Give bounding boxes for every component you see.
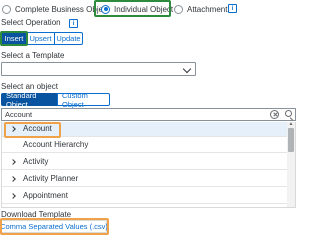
- list-item-label: Activity: [23, 157, 49, 166]
- highlight-box: [94, 0, 171, 17]
- chevron-right-icon[interactable]: [10, 193, 16, 199]
- scrollbar[interactable]: ▲: [287, 122, 295, 207]
- highlight-box: [4, 122, 61, 138]
- select-template-label: Select a Template: [1, 51, 65, 60]
- operation-type-radio-group: Complete Business Object Individual Obje…: [0, 0, 300, 20]
- list-item[interactable]: Account Hierarchy: [2, 138, 288, 153]
- clear-icon[interactable]: [270, 110, 279, 119]
- template-select[interactable]: [1, 62, 196, 76]
- radio-circle-icon[interactable]: [174, 4, 183, 14]
- update-button[interactable]: Update: [54, 32, 83, 45]
- chevron-right-icon[interactable]: [10, 159, 16, 165]
- info-icon[interactable]: i: [228, 4, 237, 13]
- chevron-right-icon[interactable]: [10, 176, 16, 182]
- search-value: Account: [5, 110, 33, 119]
- radio-circle-icon[interactable]: [2, 4, 11, 14]
- radio-label: Attachment: [187, 4, 228, 14]
- tab-standard-object[interactable]: Standard Object: [1, 91, 58, 109]
- radio-attachment[interactable]: Attachment: [174, 2, 227, 16]
- scrollbar-thumb[interactable]: [288, 128, 294, 152]
- search-icon[interactable]: [285, 110, 292, 117]
- object-type-segmented-button: Standard Object Custom Object: [1, 91, 110, 109]
- object-search-input[interactable]: Account: [1, 108, 296, 121]
- select-operation-label: Select Operation: [1, 18, 61, 27]
- scroll-up-icon[interactable]: ▲: [288, 122, 294, 127]
- list-item[interactable]: Activity Planner: [2, 172, 288, 187]
- list-item[interactable]: Activity: [2, 155, 288, 170]
- info-icon[interactable]: i: [69, 19, 78, 28]
- highlight-box: [0, 218, 109, 235]
- list-item[interactable]: Appointment: [2, 189, 288, 204]
- chevron-down-icon[interactable]: [182, 64, 192, 74]
- highlight-box: [0, 31, 28, 46]
- list-item-label: Activity Planner: [23, 174, 79, 183]
- tab-custom-object[interactable]: Custom Object: [57, 91, 110, 109]
- list-item-label: Account Hierarchy: [23, 140, 89, 149]
- list-item-label: Appointment: [23, 191, 68, 200]
- upsert-button[interactable]: Upsert: [26, 32, 55, 45]
